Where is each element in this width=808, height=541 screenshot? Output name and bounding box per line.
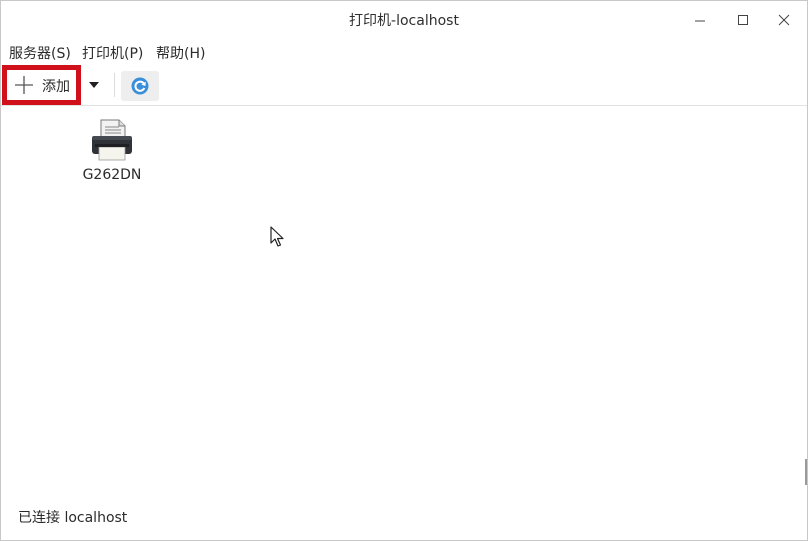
menu-help[interactable]: 帮助(H) bbox=[156, 43, 205, 63]
maximize-icon bbox=[738, 15, 748, 25]
mouse-cursor-icon bbox=[270, 226, 284, 247]
printer-icon bbox=[92, 119, 132, 161]
edge-divider bbox=[805, 459, 807, 485]
minimize-icon bbox=[695, 20, 705, 22]
refresh-icon bbox=[131, 77, 149, 95]
plus-icon bbox=[15, 76, 33, 94]
printer-window: 打印机-localhost 服务器(S) 打印机(P) 帮助(H) 添加 G26… bbox=[0, 0, 808, 541]
menu-server[interactable]: 服务器(S) bbox=[9, 43, 71, 63]
title-bar: 打印机-localhost bbox=[1, 1, 807, 38]
printer-item[interactable]: G262DN bbox=[77, 115, 147, 187]
caret-down-icon bbox=[89, 82, 99, 88]
toolbar: 添加 bbox=[1, 65, 807, 106]
minimize-button[interactable] bbox=[687, 7, 713, 33]
toolbar-separator bbox=[114, 73, 115, 97]
refresh-button[interactable] bbox=[121, 71, 159, 101]
status-bar: 已连接 localhost bbox=[18, 510, 128, 526]
add-button-label: 添加 bbox=[42, 79, 70, 95]
close-button[interactable] bbox=[771, 7, 797, 33]
maximize-button[interactable] bbox=[730, 7, 756, 33]
close-icon bbox=[778, 14, 790, 26]
menu-printer[interactable]: 打印机(P) bbox=[82, 43, 143, 63]
add-dropdown-button[interactable] bbox=[85, 74, 103, 96]
menu-bar: 服务器(S) 打印机(P) 帮助(H) bbox=[1, 41, 807, 63]
add-button[interactable]: 添加 bbox=[7, 70, 76, 100]
printer-name: G262DN bbox=[82, 167, 142, 183]
